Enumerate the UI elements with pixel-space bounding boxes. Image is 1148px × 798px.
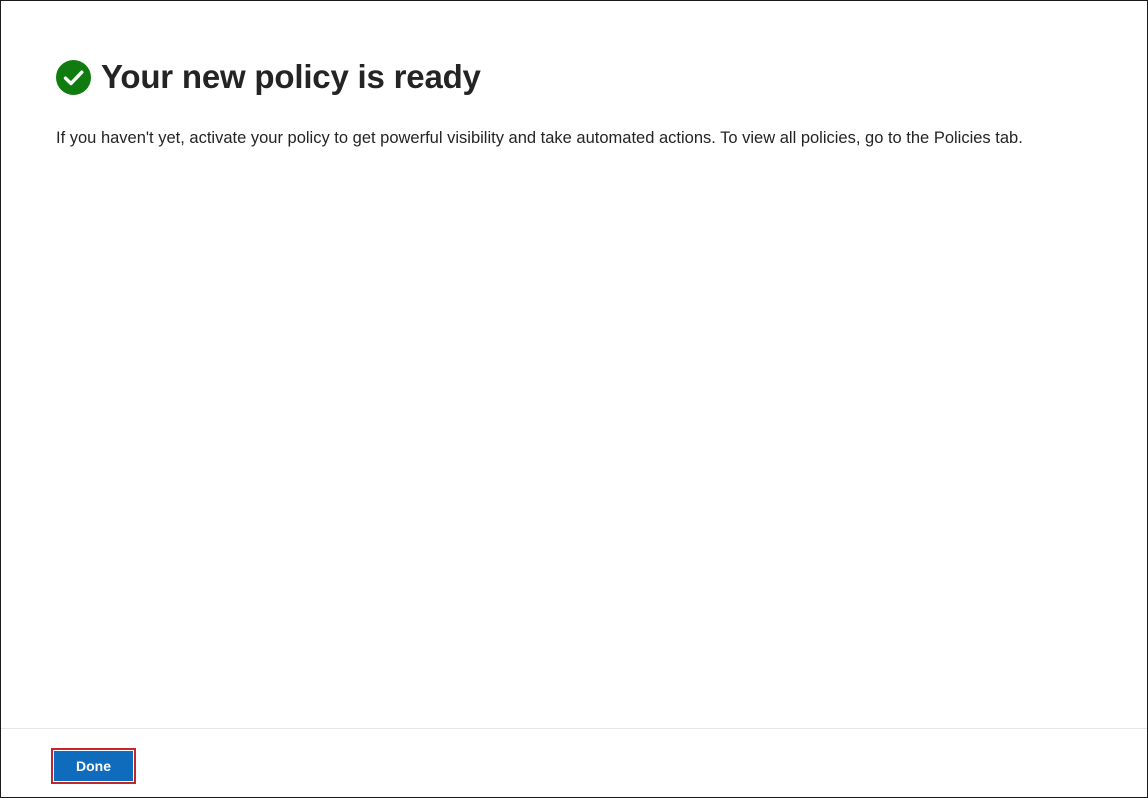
checkmark-circle-icon — [56, 59, 91, 95]
page-title: Your new policy is ready — [101, 58, 481, 95]
policy-ready-dialog: Your new policy is ready If you haven't … — [0, 0, 1148, 798]
description-text: If you haven't yet, activate your policy… — [56, 129, 1023, 147]
dialog-content: Your new policy is ready If you haven't … — [56, 57, 1107, 149]
done-button[interactable]: Done — [54, 751, 133, 781]
title-row: Your new policy is ready — [56, 57, 1107, 97]
footer-divider — [1, 728, 1147, 729]
done-button-highlight: Done — [51, 748, 136, 784]
